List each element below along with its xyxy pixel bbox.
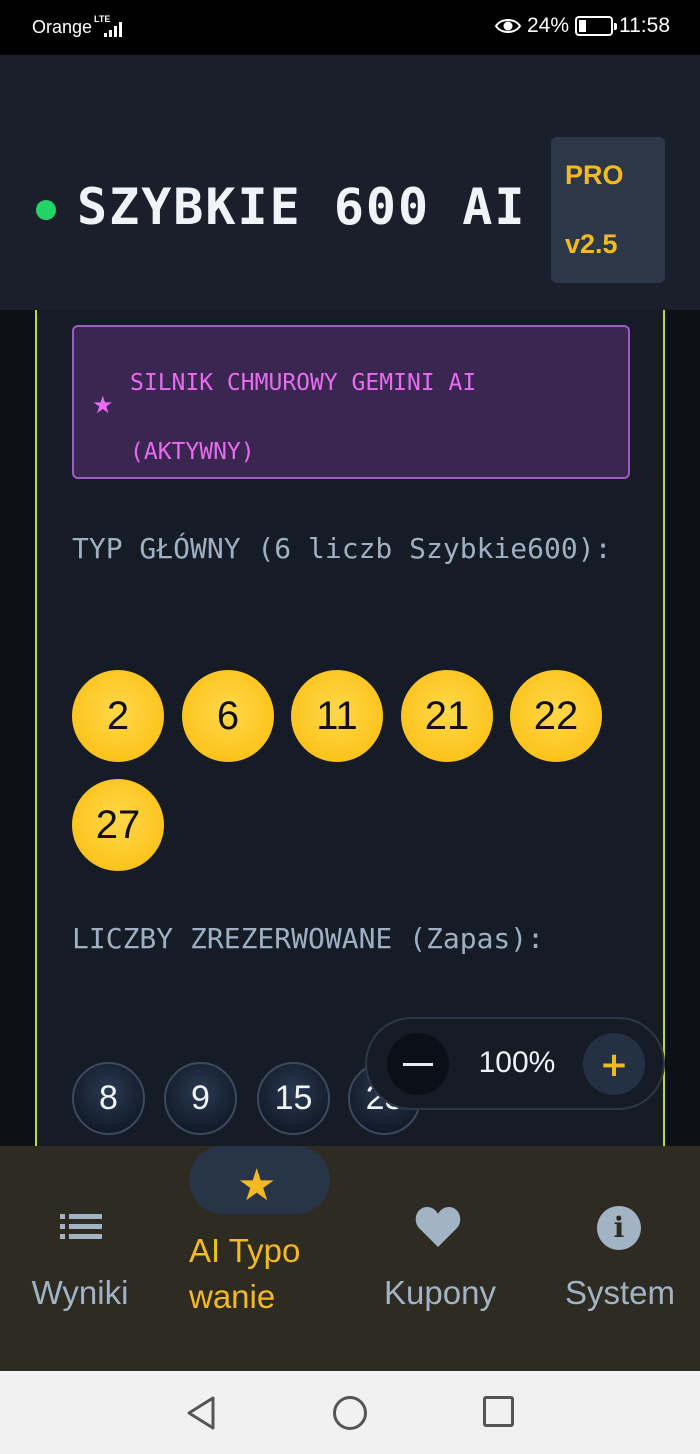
nav-label: System bbox=[564, 1274, 676, 1311]
zoom-control: 100% + bbox=[365, 1017, 665, 1110]
system-navigation-bar bbox=[0, 1371, 700, 1454]
number-ball: 22 bbox=[510, 670, 602, 762]
number-ball: 27 bbox=[72, 779, 164, 871]
reserved-ball: 15 bbox=[257, 1062, 330, 1135]
eye-icon bbox=[494, 19, 521, 33]
main-tip-title: TYP GŁÓWNY (6 liczb Szybkie600): bbox=[72, 532, 612, 565]
star-icon: ★ bbox=[92, 391, 114, 419]
app-title: SZYBKIE 600 AI bbox=[77, 178, 527, 236]
carrier-label: Orange bbox=[32, 17, 93, 37]
nav-label: AI Typowanie bbox=[189, 1228, 319, 1320]
badge-pro: PRO bbox=[565, 160, 624, 190]
reserved-ball: 8 bbox=[72, 1062, 145, 1135]
engine-status-box: ★ SILNIK CHMUROWY GEMINI AI (AKTYWNY) bbox=[72, 325, 630, 479]
badge-version: v2.5 bbox=[565, 229, 618, 259]
nav-item-ai-typowanie[interactable]: ★ AI Typowanie bbox=[189, 1146, 349, 1371]
nav-label: Wyniki bbox=[31, 1274, 129, 1311]
status-dot bbox=[36, 200, 56, 220]
number-ball: 2 bbox=[72, 670, 164, 762]
app-header: SZYBKIE 600 AI PRO v2.5 bbox=[0, 55, 700, 310]
reserved-ball: 9 bbox=[164, 1062, 237, 1135]
zoom-in-button[interactable]: + bbox=[583, 1033, 645, 1095]
reserved-title: LICZBY ZREZERWOWANE (Zapas): bbox=[72, 922, 545, 955]
nav-item-wyniki[interactable]: Wyniki bbox=[0, 1146, 160, 1371]
nav-item-system[interactable]: i System bbox=[540, 1146, 700, 1371]
nav-label-text: AI Typowanie bbox=[189, 1232, 301, 1315]
number-ball: 11 bbox=[291, 670, 383, 762]
zoom-out-button[interactable] bbox=[387, 1033, 449, 1095]
signal-icon: LTE bbox=[94, 14, 128, 38]
status-bar: Orange LTE 24% 11:58 bbox=[0, 0, 700, 55]
nav-label: Kupony bbox=[384, 1274, 496, 1311]
heart-icon bbox=[415, 1207, 461, 1247]
info-icon: i bbox=[597, 1206, 641, 1250]
list-icon bbox=[60, 1214, 102, 1239]
version-badge: PRO v2.5 bbox=[551, 137, 665, 283]
engine-status-label: SILNIK CHMUROWY GEMINI AI (AKTYWNY) bbox=[130, 370, 477, 465]
home-icon[interactable] bbox=[333, 1396, 367, 1430]
number-ball: 6 bbox=[182, 670, 274, 762]
back-icon[interactable] bbox=[185, 1395, 217, 1431]
clock: 11:58 bbox=[619, 14, 670, 37]
battery-percent: 24% bbox=[526, 14, 569, 37]
nav-item-kupony[interactable]: Kupony bbox=[360, 1146, 520, 1371]
recent-apps-icon[interactable] bbox=[483, 1396, 514, 1427]
battery-icon bbox=[575, 16, 617, 36]
bottom-navigation: Wyniki ★ AI Typowanie Kupony i System bbox=[0, 1146, 700, 1371]
number-ball: 21 bbox=[401, 670, 493, 762]
zoom-level: 100% bbox=[478, 1046, 556, 1079]
star-icon: ★ bbox=[237, 1161, 277, 1210]
